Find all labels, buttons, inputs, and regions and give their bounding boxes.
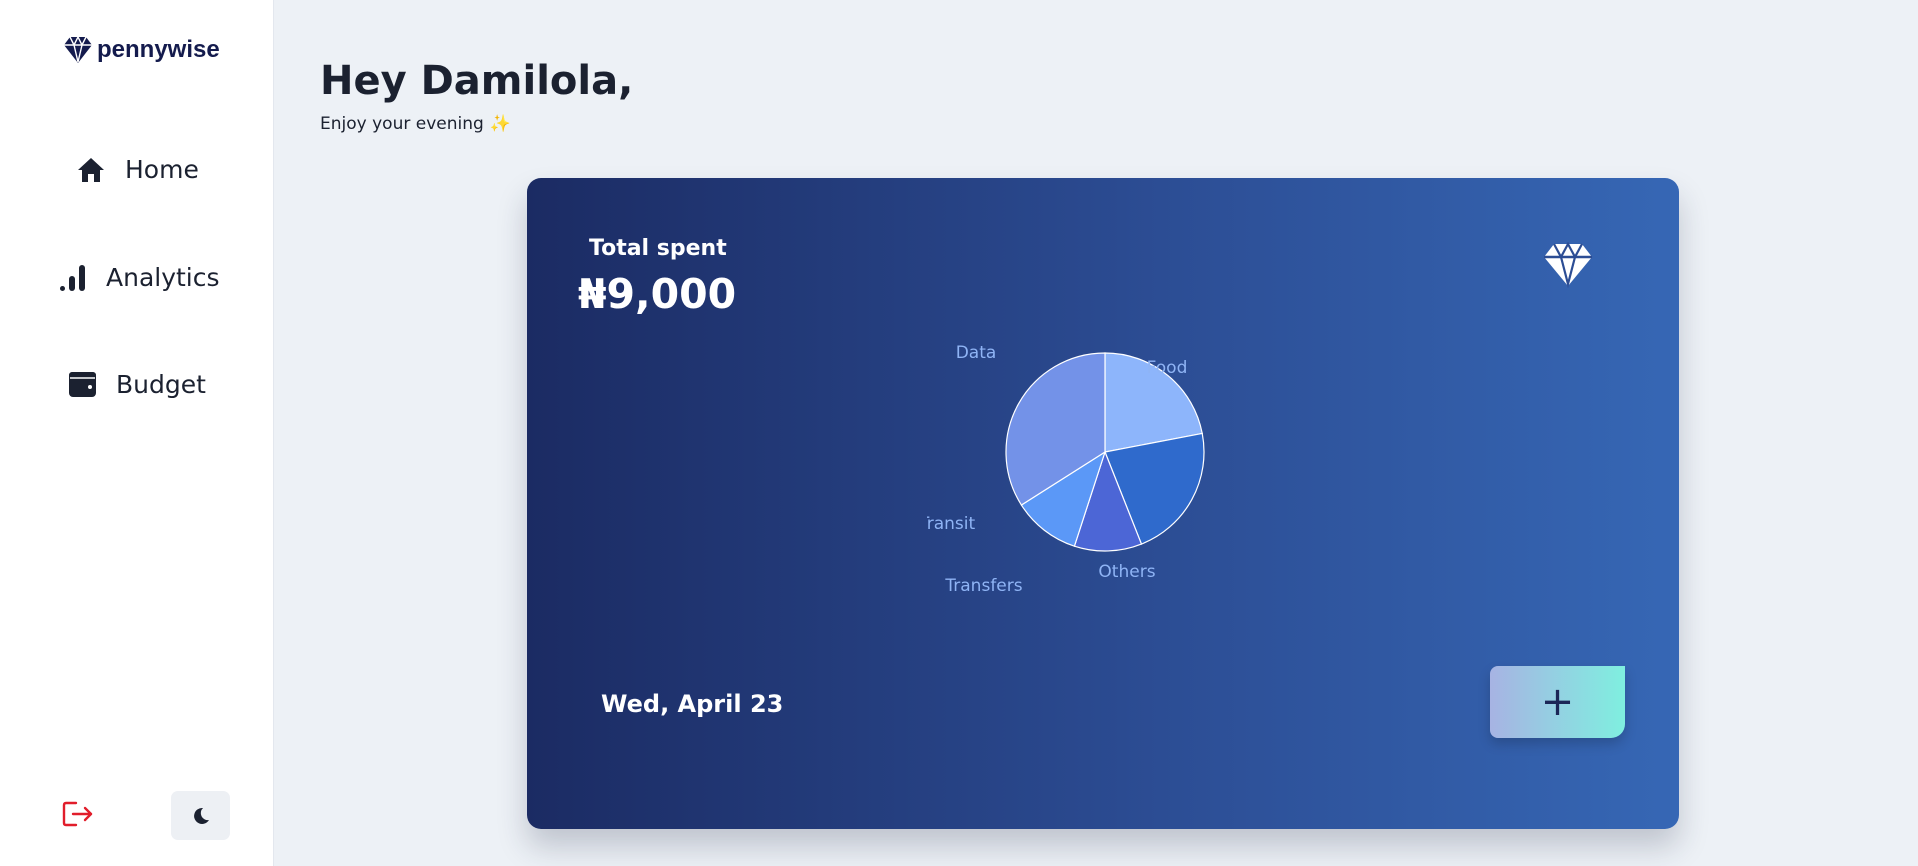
page-subtitle: Enjoy your evening ✨: [320, 114, 511, 134]
diamond-icon: [63, 36, 93, 64]
app-name: pennywise: [97, 36, 220, 63]
sidebar: pennywise Home Analytics Budget: [0, 0, 274, 866]
spending-pie-chart: Food Others Transfers Transit Data: [927, 343, 1205, 596]
pie-label-others: Others: [1098, 562, 1155, 582]
sidebar-item-label: Budget: [116, 370, 206, 399]
diamond-icon: [1542, 241, 1594, 292]
sparkles-icon: ✨: [489, 114, 511, 134]
sidebar-item-budget[interactable]: Budget: [68, 370, 206, 399]
subtitle-text: Enjoy your evening: [320, 114, 484, 134]
logo[interactable]: pennywise: [63, 36, 220, 64]
wallet-icon: [68, 371, 98, 398]
home-icon: [76, 157, 106, 183]
pie-label-food: Food: [1147, 358, 1188, 378]
pie-label-transfers: Transfers: [944, 576, 1022, 596]
plus-icon: +: [1540, 679, 1575, 725]
sidebar-item-label: Analytics: [106, 262, 220, 292]
bar-chart-icon: [58, 262, 88, 292]
add-expense-button[interactable]: +: [1490, 666, 1625, 738]
logout-icon: [62, 800, 94, 828]
current-date: Wed, April 23: [601, 690, 784, 718]
sidebar-item-home[interactable]: Home: [76, 155, 199, 184]
sidebar-item-analytics[interactable]: Analytics: [58, 262, 220, 292]
logout-button[interactable]: [62, 800, 94, 832]
total-spent-value: ₦9,000: [578, 270, 737, 318]
pie-label-data: Data: [956, 343, 997, 363]
moon-icon: [191, 806, 211, 826]
total-spent-label: Total spent: [589, 236, 727, 261]
page-title: Hey Damilola,: [320, 58, 634, 104]
theme-toggle-button[interactable]: [171, 791, 230, 840]
spending-card: Total spent ₦9,000 Food Others Transfers Tr…: [527, 178, 1679, 829]
pie-label-transit: Transit: [927, 514, 975, 534]
sidebar-item-label: Home: [125, 155, 199, 184]
